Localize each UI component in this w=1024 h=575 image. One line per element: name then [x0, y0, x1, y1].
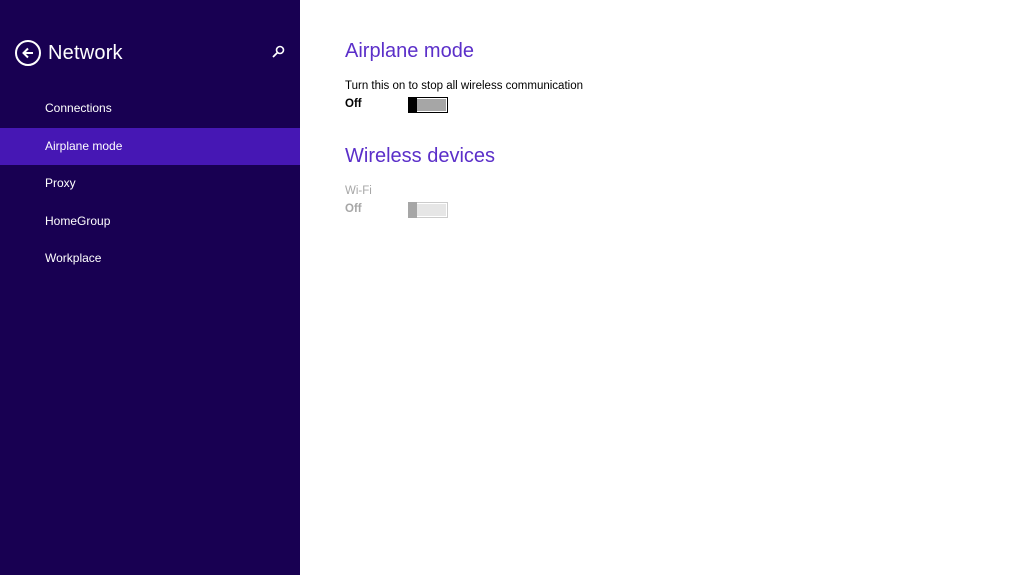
airplane-mode-state: Off	[345, 98, 362, 110]
wifi-state: Off	[345, 203, 362, 215]
sidebar-header: Network	[15, 39, 290, 67]
sidebar: Network Connections Airplane mode Proxy …	[0, 0, 300, 575]
airplane-mode-heading: Airplane mode	[345, 40, 474, 62]
search-icon	[272, 45, 285, 58]
back-button[interactable]	[15, 40, 41, 66]
wifi-label: Wi-Fi	[345, 185, 372, 197]
page-title: Network	[48, 41, 123, 64]
toggle-thumb	[408, 97, 417, 113]
search-button[interactable]	[270, 44, 286, 60]
sidebar-nav: Connections Airplane mode Proxy HomeGrou…	[0, 90, 300, 278]
wifi-toggle[interactable]	[408, 202, 448, 218]
sidebar-item-workplace[interactable]: Workplace	[0, 240, 300, 278]
airplane-mode-toggle[interactable]	[408, 97, 448, 113]
toggle-thumb	[408, 202, 417, 218]
sidebar-item-connections[interactable]: Connections	[0, 90, 300, 128]
back-arrow-icon	[22, 47, 33, 59]
sidebar-item-proxy[interactable]: Proxy	[0, 165, 300, 203]
sidebar-item-airplane-mode[interactable]: Airplane mode	[0, 127, 300, 165]
airplane-mode-description: Turn this on to stop all wireless commun…	[345, 80, 583, 92]
wireless-devices-heading: Wireless devices	[345, 145, 496, 167]
sidebar-item-homegroup[interactable]: HomeGroup	[0, 203, 300, 241]
